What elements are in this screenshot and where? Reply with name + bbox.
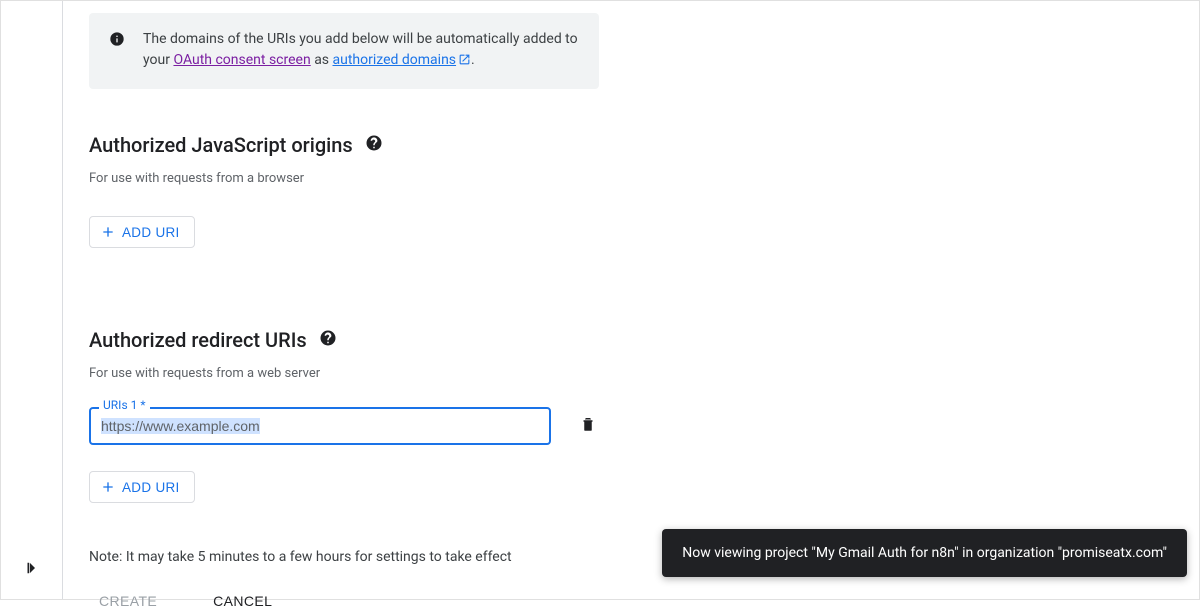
help-icon[interactable] (365, 134, 383, 156)
sidebar-rail (1, 1, 63, 599)
redirect-uris-header: Authorized redirect URIs (89, 328, 1199, 352)
add-redirect-uri-label: ADD URI (122, 480, 180, 495)
info-banner: The domains of the URIs you add below wi… (89, 13, 599, 89)
project-toast: Now viewing project "My Gmail Auth for n… (662, 529, 1187, 577)
plus-icon (100, 224, 116, 240)
expand-sidebar-button[interactable] (23, 559, 41, 581)
js-origins-subtitle: For use with requests from a browser (89, 171, 1199, 186)
info-icon (109, 31, 125, 51)
add-js-origin-button[interactable]: ADD URI (89, 216, 195, 248)
cancel-button[interactable]: CANCEL (213, 593, 272, 609)
main-content: The domains of the URIs you add below wi… (89, 1, 1199, 599)
oauth-consent-link[interactable]: OAuth consent screen (173, 52, 310, 68)
delete-uri-button[interactable] (575, 411, 601, 441)
add-redirect-uri-button[interactable]: ADD URI (89, 471, 195, 503)
redirect-uris-subtitle: For use with requests from a web server (89, 366, 1199, 381)
footer-buttons: CREATE CANCEL (89, 593, 1199, 609)
create-button[interactable]: CREATE (89, 593, 167, 609)
uri-field-1: URIs 1 * (89, 407, 551, 445)
uri-field-label: URIs 1 * (99, 398, 150, 412)
authorized-domains-link[interactable]: authorized domains (333, 52, 472, 68)
uri-input-1[interactable] (89, 407, 551, 445)
js-origins-section: Authorized JavaScript origins For use wi… (89, 133, 1199, 248)
external-link-icon (458, 52, 471, 73)
add-js-origin-label: ADD URI (122, 225, 180, 240)
js-origins-header: Authorized JavaScript origins (89, 133, 1199, 157)
redirect-uris-section: Authorized redirect URIs For use with re… (89, 328, 1199, 503)
trash-icon (579, 415, 597, 433)
help-icon[interactable] (319, 329, 337, 351)
info-text-3: . (471, 52, 475, 68)
info-text-2: as (311, 52, 333, 68)
plus-icon (100, 479, 116, 495)
info-banner-text: The domains of the URIs you add below wi… (143, 29, 579, 73)
uri-row-1: URIs 1 * (89, 407, 1199, 445)
redirect-uris-title: Authorized redirect URIs (89, 328, 307, 352)
js-origins-title: Authorized JavaScript origins (89, 133, 353, 157)
